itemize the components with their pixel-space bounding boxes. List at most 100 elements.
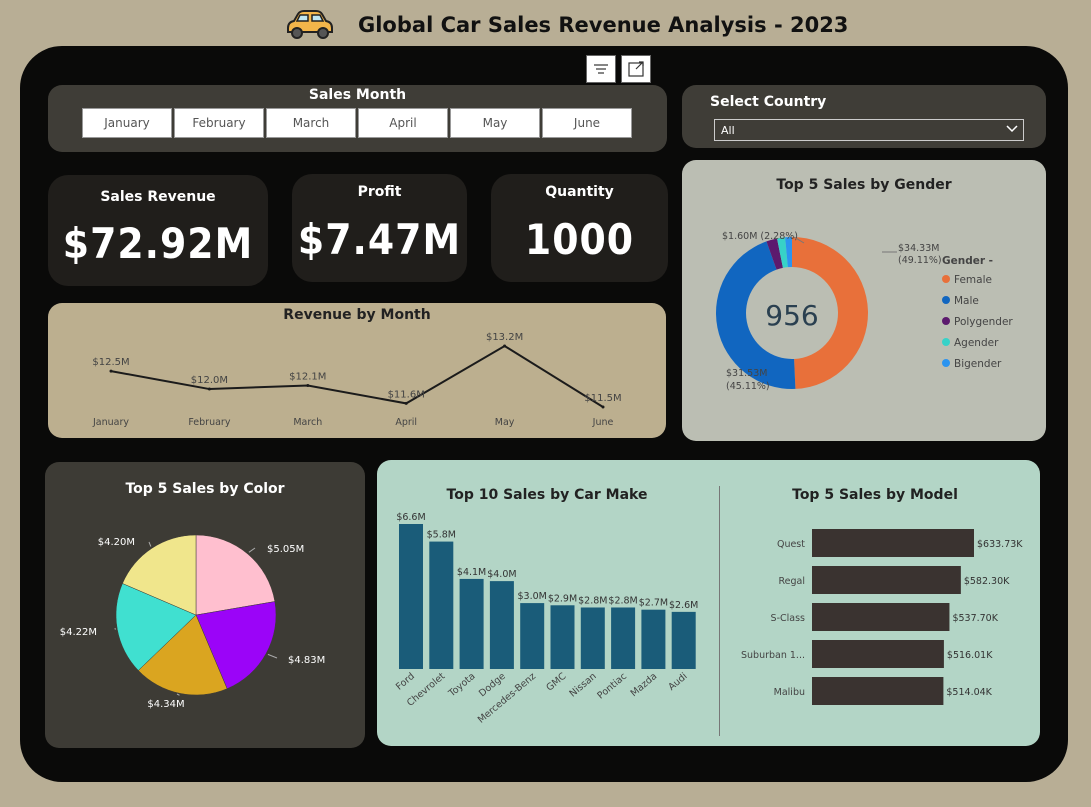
country-dropdown[interactable]: All (714, 119, 1024, 141)
month-button-january[interactable]: January (82, 108, 172, 138)
gender-center-value: 956 (765, 299, 818, 332)
make-data-label: $6.6M (396, 512, 425, 523)
revenue-point-march (306, 383, 310, 387)
gender-legend-swatch-male (942, 296, 950, 304)
panel-divider (719, 486, 720, 736)
make-bar-chart: $6.6MFord$5.8MChevrolet$4.1MToyota$4.0MD… (394, 512, 698, 726)
make-x-tick: GMC (544, 671, 568, 694)
month-button-april[interactable]: April (358, 108, 448, 138)
gender-legend-swatch-female (942, 275, 950, 283)
kpi-card-revenue: Sales Revenue $72.92M (48, 175, 268, 286)
kpi-revenue-value: $72.92M (62, 219, 254, 268)
gender-legend-title: Gender - (942, 255, 993, 267)
make-data-label: $2.8M (608, 595, 637, 606)
gender-legend-bigender: Bigender (954, 358, 1002, 370)
model-data-label: $516.01K (947, 650, 993, 661)
kpi-card-profit: Profit $7.47M (292, 174, 467, 282)
model-bar-chart: Quest $633.73K Regal $582.30K S-Class $537.70… (741, 529, 1023, 705)
gender-donut-chart: 956 $34.33M(49.11%) $31.53M (45.11%) $1.60M … (716, 231, 1013, 392)
kpi-quantity-label: Quantity (545, 184, 614, 200)
gender-label-female-value: $34.33M (898, 243, 939, 254)
month-slicer: Sales Month January February March April… (48, 85, 667, 152)
month-slicer-title: Sales Month (308, 87, 407, 103)
gender-label-polygender: $1.60M (2.28%) (722, 231, 798, 242)
filter-button[interactable] (586, 55, 616, 83)
model-y-tick: Malibu (774, 687, 805, 698)
model-bar-suburban-1 (812, 640, 944, 668)
make-bar-pontiac (611, 607, 636, 669)
color-data-label: $4.83M (288, 655, 325, 666)
page-title: Global Car Sales Revenue Analysis - 2023 (358, 13, 849, 37)
make-x-tick: Nissan (568, 671, 599, 700)
revenue-data-label: $12.1M (289, 371, 326, 382)
make-x-tick: Mazda (629, 671, 660, 699)
revenue-x-tick: June (592, 417, 614, 428)
color-data-label: $4.20M (98, 537, 135, 548)
revenue-line (110, 344, 604, 408)
model-y-tick: S-Class (771, 613, 806, 624)
color-data-label: $5.05M (267, 544, 304, 555)
month-button-may[interactable]: May (450, 108, 540, 138)
gender-legend-agender: Agender (954, 337, 999, 349)
make-x-tick: Audi (666, 671, 689, 693)
revenue-x-tick: January (92, 417, 129, 428)
model-data-label: $633.73K (977, 539, 1023, 550)
revenue-x-tick: April (395, 417, 417, 428)
gender-legend-female: Female (954, 274, 992, 286)
kpi-card-quantity: Quantity 1000 (491, 174, 668, 282)
make-data-label: $2.8M (578, 595, 607, 606)
color-pie-chart: $5.05M $4.83M $4.34M $4.22M $4.20M (60, 534, 325, 710)
model-y-tick: Regal (778, 576, 805, 587)
revenue-point-january (109, 369, 113, 373)
month-button-june[interactable]: June (542, 108, 632, 138)
revenue-x-tick: May (495, 417, 515, 428)
model-bar-quest (812, 529, 974, 557)
focus-mode-button[interactable] (621, 55, 651, 83)
color-label-leader (267, 653, 278, 659)
make-model-panel: Top 10 Sales by Car Make Top 5 Sales by … (377, 460, 1040, 746)
kpi-profit-label: Profit (357, 184, 402, 200)
make-data-label: $2.9M (548, 593, 577, 604)
model-bar-regal (812, 566, 961, 594)
title-bar: Global Car Sales Revenue Analysis - 2023 (0, 0, 1091, 46)
revenue-point-february (207, 387, 211, 391)
revenue-line-chart: $12.5M January $12.0M February $12.1M March $1… (92, 332, 622, 428)
revenue-data-label: $12.5M (92, 357, 129, 368)
color-data-label: $4.34M (147, 699, 184, 710)
kpi-revenue-label: Sales Revenue (100, 189, 216, 205)
revenue-point-april (404, 401, 408, 405)
revenue-point-june (601, 405, 605, 409)
make-bar-gmc (550, 605, 575, 669)
month-button-march[interactable]: March (266, 108, 356, 138)
color-data-label: $4.22M (60, 627, 97, 638)
kpi-profit-value: $7.47M (297, 215, 462, 264)
revenue-data-label: $11.6M (388, 389, 425, 400)
make-x-tick: Pontiac (595, 671, 629, 702)
revenue-data-label: $11.5M (584, 393, 621, 404)
country-slicer-title: Select Country (710, 94, 827, 110)
make-data-label: $2.7M (639, 598, 668, 609)
country-dropdown-value: All (721, 124, 735, 137)
color-sales-panel: Top 5 Sales by Color $5.05M $4.83M $4.34M $… (45, 462, 365, 748)
make-bar-ford (399, 524, 423, 669)
model-bar-s-class (812, 603, 950, 631)
color-slice-1 (195, 534, 276, 616)
gender-label-male-pct: (45.11%) (726, 381, 770, 392)
gender-sales-panel: Top 5 Sales by Gender 956 $34.33M (49.11%)… (682, 160, 1046, 441)
country-slicer: Select Country All (682, 85, 1046, 148)
make-data-label: $2.6M (669, 600, 698, 611)
make-data-label: $4.1M (457, 567, 486, 578)
color-label-leader (148, 541, 152, 547)
model-data-label: $582.30K (964, 576, 1010, 587)
month-button-february[interactable]: February (174, 108, 264, 138)
chevron-down-icon (1006, 125, 1018, 133)
make-bar-audi (671, 611, 696, 669)
make-data-label: $3.0M (518, 591, 547, 602)
color-label-leader (176, 693, 180, 696)
model-bar-malibu (812, 677, 944, 705)
color-label-leader (248, 547, 256, 553)
revenue-data-label: $13.2M (486, 332, 523, 343)
gender-legend-swatch-agender (942, 338, 950, 346)
make-bar-chevrolet (429, 541, 454, 669)
gender-label-male-value: $31.53M (726, 368, 767, 379)
